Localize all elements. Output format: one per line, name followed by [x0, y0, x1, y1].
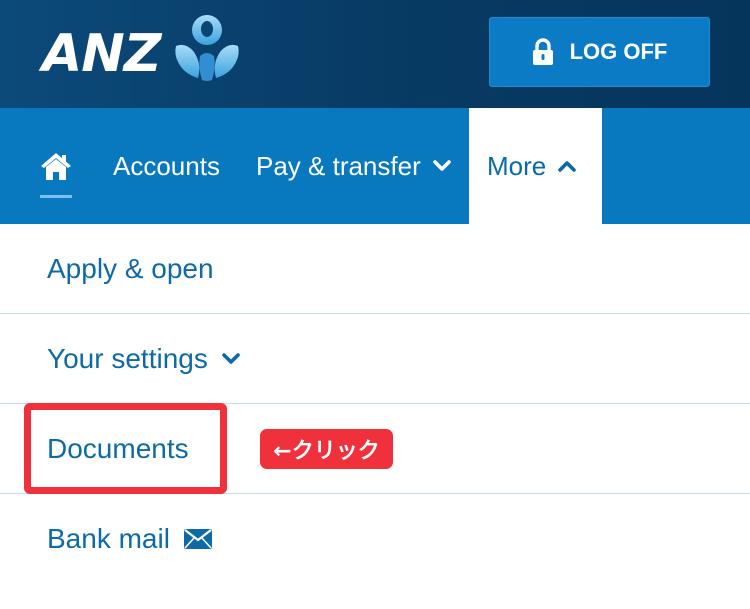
nav-accounts[interactable]: Accounts: [113, 108, 220, 224]
chevron-up-icon: [558, 161, 577, 172]
nav-home[interactable]: [40, 108, 74, 224]
log-off-button[interactable]: LOG OFF: [489, 17, 710, 87]
nav-more[interactable]: More: [469, 108, 602, 224]
anz-logo[interactable]: ANZ: [42, 10, 242, 90]
menu-item-label: Bank mail: [47, 523, 170, 554]
menu-item-your-settings[interactable]: Your settings: [0, 314, 750, 404]
nav-pay-transfer[interactable]: Pay & transfer: [256, 108, 451, 224]
chevron-down-icon: [222, 352, 240, 364]
click-annotation-badge: ←クリック: [260, 429, 393, 469]
top-header: ANZ LOG OFF: [0, 0, 750, 108]
highlight-box: [24, 403, 227, 494]
menu-item-apply-open[interactable]: Apply & open: [0, 224, 750, 314]
anz-people-logo-icon: [175, 15, 239, 81]
log-off-label: LOG OFF: [569, 39, 668, 64]
nav-accounts-label: Accounts: [113, 150, 220, 181]
main-nav: Accounts Pay & transfer More: [0, 108, 750, 224]
menu-item-bank-mail[interactable]: Bank mail: [0, 494, 750, 584]
logo-text: ANZ: [42, 24, 161, 84]
menu-item-label: Apply & open: [47, 252, 214, 284]
active-underline: [40, 195, 72, 198]
lock-icon: [532, 38, 553, 65]
menu-item-label: Your settings: [47, 342, 208, 374]
envelope-icon: [183, 529, 212, 549]
home-icon: [41, 153, 71, 180]
chevron-down-icon: [432, 160, 451, 171]
nav-more-label: More: [487, 150, 547, 181]
nav-pay-label: Pay & transfer: [256, 150, 421, 181]
